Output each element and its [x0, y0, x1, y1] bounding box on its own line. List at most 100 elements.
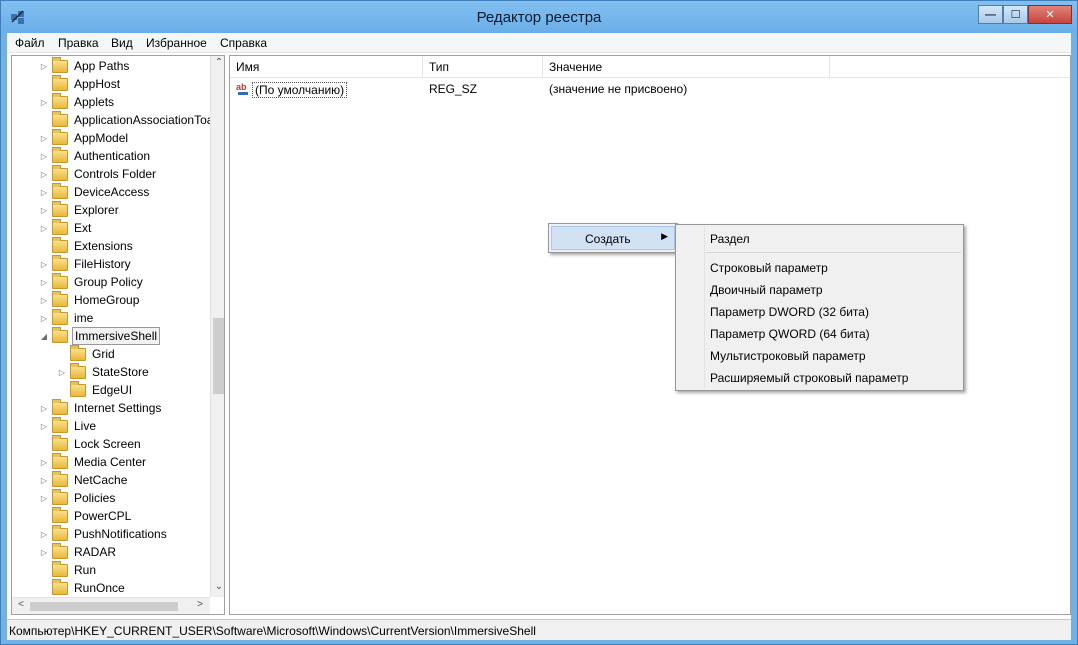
- tree-item[interactable]: ▷ RADAR: [38, 542, 118, 561]
- expand-toggle-icon[interactable]: ▷: [38, 422, 50, 431]
- tree-item[interactable]: ▷ Controls Folder: [38, 164, 158, 183]
- tree-item[interactable]: ▷ PushNotifications: [38, 524, 169, 543]
- tree-item[interactable]: ▷ Internet Settings: [38, 398, 163, 417]
- scroll-left-icon[interactable]: <: [13, 599, 29, 610]
- submenu-item-binary[interactable]: Двоичный параметр: [710, 283, 823, 297]
- tree-item[interactable]: ▷ Group Policy: [38, 272, 145, 291]
- title-bar[interactable]: Редактор реестра — ☐ ✕: [1, 1, 1077, 33]
- folder-icon: [52, 272, 68, 289]
- tree-item[interactable]: Lock Screen: [38, 434, 143, 453]
- tree-item[interactable]: ▷ ime: [38, 308, 95, 327]
- expand-toggle-icon[interactable]: ▷: [38, 98, 50, 107]
- maximize-button[interactable]: ☐: [1003, 5, 1028, 24]
- tree-item[interactable]: RunOnce: [38, 578, 127, 597]
- menu-help[interactable]: Справка: [220, 36, 267, 50]
- menu-item-create[interactable]: Создать ▶: [551, 226, 675, 250]
- tree-item[interactable]: EdgeUI: [56, 380, 134, 399]
- expand-toggle-icon[interactable]: ▷: [38, 188, 50, 197]
- tree-item[interactable]: PowerCPL: [38, 506, 133, 525]
- close-button[interactable]: ✕: [1028, 5, 1072, 24]
- menu-favorites[interactable]: Избранное: [146, 36, 207, 50]
- tree-item[interactable]: ▷ Live: [38, 416, 98, 435]
- column-value-header[interactable]: Значение: [543, 56, 830, 78]
- folder-icon: [52, 308, 68, 325]
- tree-item[interactable]: Run: [38, 560, 98, 579]
- expand-toggle-icon[interactable]: ▷: [38, 278, 50, 287]
- expand-toggle-icon[interactable]: ▷: [56, 368, 68, 377]
- tree-item[interactable]: ▷ Ext: [38, 218, 93, 237]
- expand-toggle-icon[interactable]: ▷: [38, 530, 50, 539]
- folder-icon: [52, 488, 68, 505]
- minimize-button[interactable]: —: [978, 5, 1003, 24]
- submenu-item-multistring[interactable]: Мультистроковый параметр: [710, 349, 866, 363]
- submenu-item-string[interactable]: Строковый параметр: [710, 261, 828, 275]
- expand-toggle-icon[interactable]: ▷: [38, 494, 50, 503]
- expand-toggle-icon[interactable]: ◢: [38, 332, 50, 341]
- submenu-item-dword[interactable]: Параметр DWORD (32 бита): [710, 305, 869, 319]
- tree-vertical-scrollbar[interactable]: ⌃ ⌄: [210, 56, 224, 597]
- expand-toggle-icon[interactable]: ▷: [38, 314, 50, 323]
- tree-item[interactable]: ▷ StateStore: [56, 362, 151, 381]
- tree-item-label: RADAR: [74, 545, 117, 559]
- scroll-down-icon[interactable]: ⌄: [211, 581, 224, 597]
- tree-item[interactable]: Grid: [56, 344, 117, 363]
- expand-toggle-icon[interactable]: ▷: [38, 296, 50, 305]
- expand-toggle-icon[interactable]: ▷: [38, 404, 50, 413]
- menu-file[interactable]: Файл: [15, 36, 45, 50]
- tree-item-label: AppHost: [74, 77, 121, 91]
- folder-icon: [52, 200, 68, 217]
- expand-toggle-icon[interactable]: ▷: [38, 206, 50, 215]
- folder-icon: [52, 326, 68, 343]
- tree-item-label: Controls Folder: [74, 167, 157, 181]
- expand-toggle-icon[interactable]: ▷: [38, 170, 50, 179]
- folder-icon: [52, 416, 68, 433]
- tree-item[interactable]: ▷ App Paths: [38, 56, 131, 75]
- folder-icon: [52, 290, 68, 307]
- tree-item[interactable]: ◢ ImmersiveShell: [38, 326, 161, 345]
- tree-item[interactable]: Extensions: [38, 236, 135, 255]
- submenu-item-expandable-string[interactable]: Расширяемый строковый параметр: [710, 371, 908, 385]
- value-row[interactable]: ab (По умолчанию) REG_SZ (значение не пр…: [230, 81, 1070, 99]
- folder-icon: [70, 380, 86, 397]
- expand-toggle-icon[interactable]: ▷: [38, 152, 50, 161]
- menu-edit[interactable]: Правка: [58, 36, 99, 50]
- tree-item[interactable]: ▷ NetCache: [38, 470, 129, 489]
- folder-icon: [52, 146, 68, 163]
- scroll-right-icon[interactable]: >: [192, 599, 208, 610]
- tree-horizontal-scrollbar[interactable]: < >: [12, 597, 210, 614]
- folder-icon: [52, 254, 68, 271]
- expand-toggle-icon[interactable]: ▷: [38, 134, 50, 143]
- tree-item-label: PowerCPL: [74, 509, 132, 523]
- tree-item[interactable]: ▷ Authentication: [38, 146, 152, 165]
- tree-item[interactable]: ▷ DeviceAccess: [38, 182, 151, 201]
- tree-item[interactable]: ▷ FileHistory: [38, 254, 133, 273]
- scroll-up-icon[interactable]: ⌃: [211, 57, 224, 73]
- tree-item[interactable]: ▷ Media Center: [38, 452, 148, 471]
- expand-toggle-icon[interactable]: ▷: [38, 476, 50, 485]
- column-name-header[interactable]: Имя: [230, 56, 423, 78]
- folder-icon: [52, 236, 68, 253]
- registry-tree[interactable]: ▷ App Paths AppHost ▷ Applets ApplicationAsso…: [11, 55, 225, 615]
- submenu-arrow-icon: ▶: [661, 231, 668, 241]
- tree-item[interactable]: AppHost: [38, 74, 122, 93]
- expand-toggle-icon[interactable]: ▷: [38, 260, 50, 269]
- tree-vscroll-thumb[interactable]: [213, 318, 224, 394]
- tree-item[interactable]: ▷ Applets: [38, 92, 116, 111]
- tree-item-label: Live: [74, 419, 97, 433]
- tree-hscroll-thumb[interactable]: [30, 602, 178, 611]
- tree-item[interactable]: ▷ Policies: [38, 488, 117, 507]
- tree-item-label: ImmersiveShell: [72, 327, 161, 345]
- expand-toggle-icon[interactable]: ▷: [38, 458, 50, 467]
- status-path: Компьютер\HKEY_CURRENT_USER\Software\Mic…: [9, 624, 536, 638]
- menu-view[interactable]: Вид: [111, 36, 133, 50]
- tree-item[interactable]: ApplicationAssociationToasts: [38, 110, 224, 129]
- submenu-item-qword[interactable]: Параметр QWORD (64 бита): [710, 327, 870, 341]
- column-type-header[interactable]: Тип: [423, 56, 543, 78]
- tree-item[interactable]: ▷ HomeGroup: [38, 290, 141, 309]
- expand-toggle-icon[interactable]: ▷: [38, 62, 50, 71]
- expand-toggle-icon[interactable]: ▷: [38, 224, 50, 233]
- tree-item[interactable]: ▷ AppModel: [38, 128, 130, 147]
- tree-item[interactable]: ▷ Explorer: [38, 200, 121, 219]
- submenu-item-key[interactable]: Раздел: [710, 232, 750, 246]
- expand-toggle-icon[interactable]: ▷: [38, 548, 50, 557]
